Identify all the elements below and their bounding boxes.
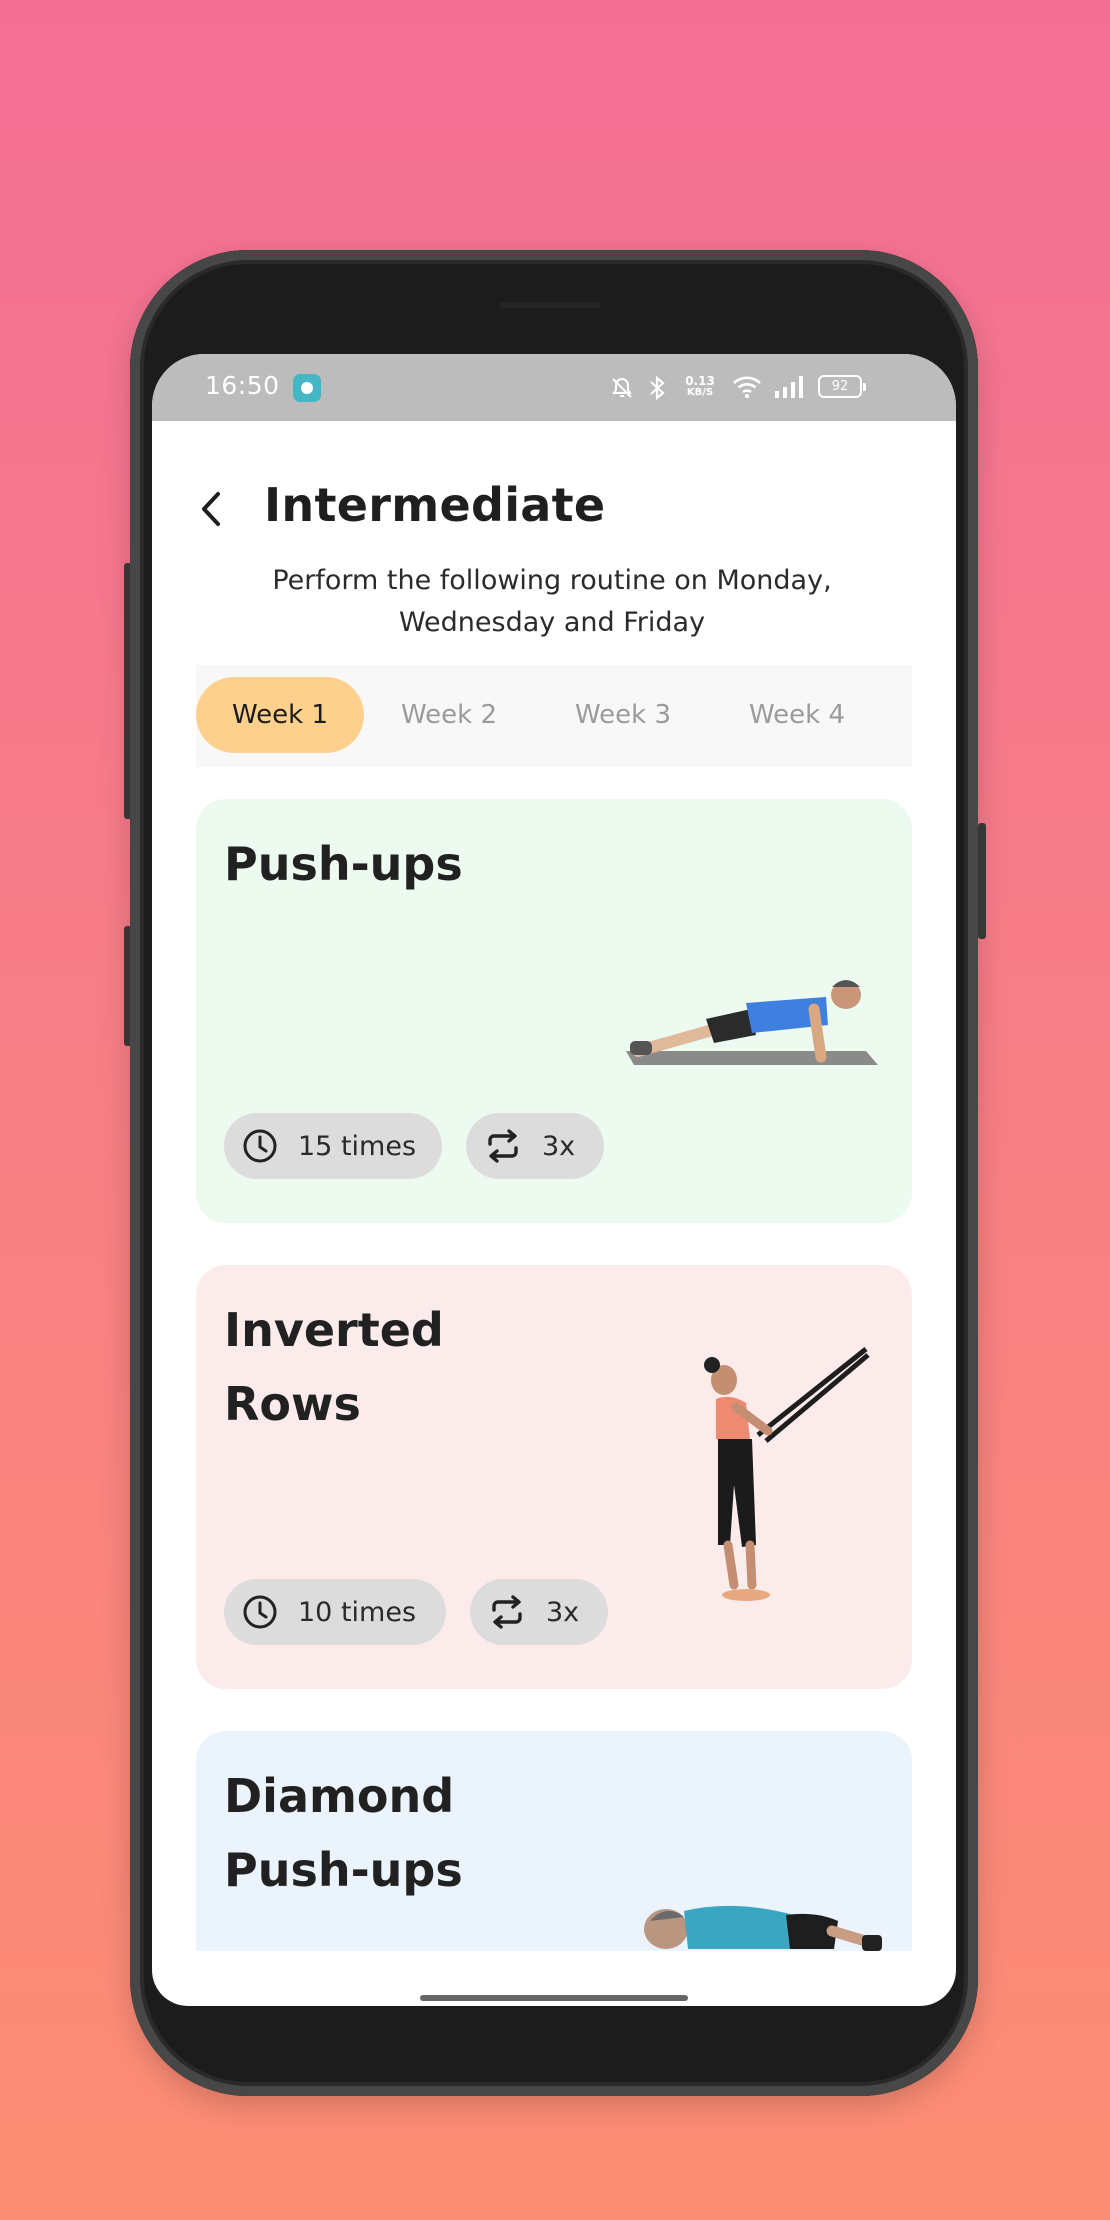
diamond-push-up-illustration xyxy=(644,1905,882,1951)
tab-week-2[interactable]: Week 2 xyxy=(366,677,532,753)
network-speed-value: 0.13 xyxy=(685,374,715,388)
clock-icon xyxy=(243,1129,277,1163)
network-speed: 0.13 KB/S xyxy=(680,375,720,399)
reps-value: 15 times xyxy=(298,1130,417,1162)
sets-chip: 3x xyxy=(466,1113,604,1179)
exercise-card-push-ups[interactable]: Push-ups 15 times 3x xyxy=(196,799,912,1223)
app-notification-icon xyxy=(293,374,321,402)
bell-off-icon xyxy=(612,377,632,398)
exercise-name: Diamond Push-ups xyxy=(224,1769,463,1897)
repeat-icon xyxy=(492,1595,522,1629)
app-screen: 16:50 0.13 KB/S 92 Intermediate Perform … xyxy=(152,354,956,2006)
reps-value: 10 times xyxy=(298,1596,417,1628)
clock-icon xyxy=(243,1595,277,1629)
back-button[interactable] xyxy=(188,484,238,534)
bluetooth-icon xyxy=(650,375,665,401)
earpiece xyxy=(500,302,600,308)
back-arrow-icon xyxy=(202,492,220,526)
status-time: 16:50 xyxy=(205,371,280,400)
page-title: Intermediate xyxy=(264,478,606,532)
tab-week-3[interactable]: Week 3 xyxy=(540,677,706,753)
status-bar: 16:50 0.13 KB/S 92 xyxy=(152,354,956,421)
tab-week-4[interactable]: Week 4 xyxy=(714,677,880,753)
week-tabs: Week 1 Week 2 Week 3 Week 4 xyxy=(196,665,912,767)
wifi-icon xyxy=(733,376,761,398)
sets-chip: 3x xyxy=(470,1579,608,1645)
reps-chip: 15 times xyxy=(224,1113,442,1179)
exercise-name: Push-ups xyxy=(224,837,463,891)
network-speed-unit: KB/S xyxy=(686,387,714,398)
tab-week-1[interactable]: Week 1 xyxy=(196,677,364,753)
status-icons: 0.13 KB/S 92 xyxy=(610,373,910,403)
power-side-button xyxy=(978,823,986,939)
page-subtitle: Perform the following routine on Monday,… xyxy=(272,565,832,638)
push-up-illustration xyxy=(626,980,878,1065)
repeat-icon xyxy=(488,1129,518,1163)
battery-icon: 92 xyxy=(818,375,866,398)
exercise-name: Inverted Rows xyxy=(224,1303,444,1431)
home-indicator[interactable] xyxy=(420,1995,688,2001)
inverted-row-illustration xyxy=(704,1347,870,1601)
reps-chip: 10 times xyxy=(224,1579,446,1645)
signal-icon xyxy=(775,376,803,398)
exercise-card-diamond-push-ups[interactable]: Diamond Push-ups xyxy=(196,1731,912,1951)
sets-value: 3x xyxy=(542,1130,576,1162)
exercise-card-inverted-rows[interactable]: Inverted Rows 10 times 3x xyxy=(196,1265,912,1689)
sets-value: 3x xyxy=(546,1596,580,1628)
